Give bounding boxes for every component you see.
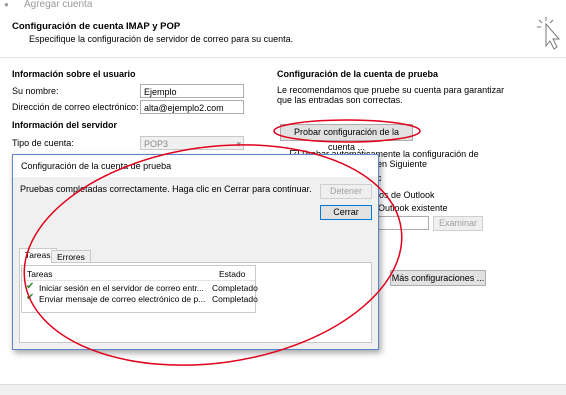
- chevron-down-icon: ▾: [236, 139, 241, 149]
- browse-button[interactable]: Examinar: [433, 216, 483, 231]
- auto-test-label-2: en Siguiente: [377, 159, 428, 169]
- header-divider: [22, 280, 255, 281]
- column-header-status: Estado: [219, 269, 246, 279]
- email-input[interactable]: alta@ejemplo2.com: [140, 100, 244, 114]
- click-cursor-icon: [537, 17, 560, 50]
- test-settings-desc-2: que las entradas son correctas.: [277, 95, 403, 105]
- tab-errors[interactable]: Errores: [51, 250, 91, 263]
- page-subtitle: Especifique la configuración de servidor…: [29, 34, 294, 44]
- check-icon: ✔: [26, 292, 35, 303]
- close-button[interactable]: Cerrar: [320, 205, 372, 220]
- tasks-list: Tareas Estado ✔ Iniciar sesión en el ser…: [21, 265, 258, 313]
- task-name: Iniciar sesión en el servidor de correo …: [39, 283, 204, 293]
- email-label: Dirección de correo electrónico:: [12, 102, 139, 112]
- dialog-title: Configuración de la cuenta de prueba: [21, 161, 172, 171]
- task-status: Completado: [212, 283, 258, 293]
- stop-button[interactable]: Detener: [320, 184, 372, 199]
- test-settings-dialog: Configuración de la cuenta de prueba Pru…: [12, 154, 379, 350]
- partial-label-existing-file: Outlook existente: [378, 203, 448, 213]
- wizard-header: Configuración de cuenta IMAP y POP Espec…: [0, 12, 566, 58]
- server-info-heading: Información del servidor: [12, 120, 118, 130]
- dialog-message: Pruebas completadas correctamente. Haga …: [20, 184, 312, 194]
- task-status: Completado: [212, 294, 258, 304]
- more-settings-button[interactable]: Más configuraciones ...: [390, 270, 486, 286]
- task-name: Enviar mensaje de correo electrónico de …: [39, 294, 206, 304]
- table-row[interactable]: ✔ Enviar mensaje de correo electrónico d…: [22, 292, 258, 305]
- wizard-button-bar: [0, 384, 566, 395]
- test-account-settings-button[interactable]: Probar configuración de la cuenta ...: [280, 124, 413, 152]
- test-settings-heading: Configuración de la cuenta de prueba: [277, 69, 439, 79]
- check-icon: ✔: [26, 281, 35, 292]
- window-title: Agregar cuenta: [24, 0, 93, 10]
- partial-label-outlook-file: os de Outlook: [379, 190, 435, 200]
- account-type-value: POP3: [144, 139, 169, 149]
- name-label: Su nombre:: [12, 86, 59, 96]
- table-row[interactable]: ✔ Iniciar sesión en el servidor de corre…: [22, 281, 258, 294]
- column-header-task: Tareas: [27, 269, 53, 279]
- window-title-bar: ● Agregar cuenta: [0, 0, 566, 12]
- name-input[interactable]: Ejemplo: [140, 84, 244, 98]
- user-info-heading: Información sobre el usuario: [12, 69, 136, 79]
- dialog-title-bar[interactable]: Configuración de la cuenta de prueba: [13, 155, 378, 177]
- existing-file-path-input[interactable]: [377, 216, 429, 230]
- outlook-app-icon: ●: [4, 0, 9, 9]
- account-type-select[interactable]: POP3 ▾: [140, 136, 244, 150]
- account-type-label: Tipo de cuenta:: [12, 138, 74, 148]
- test-settings-desc-1: Le recomendamos que pruebe su cuenta par…: [277, 85, 505, 95]
- page-title: Configuración de cuenta IMAP y POP: [12, 21, 181, 32]
